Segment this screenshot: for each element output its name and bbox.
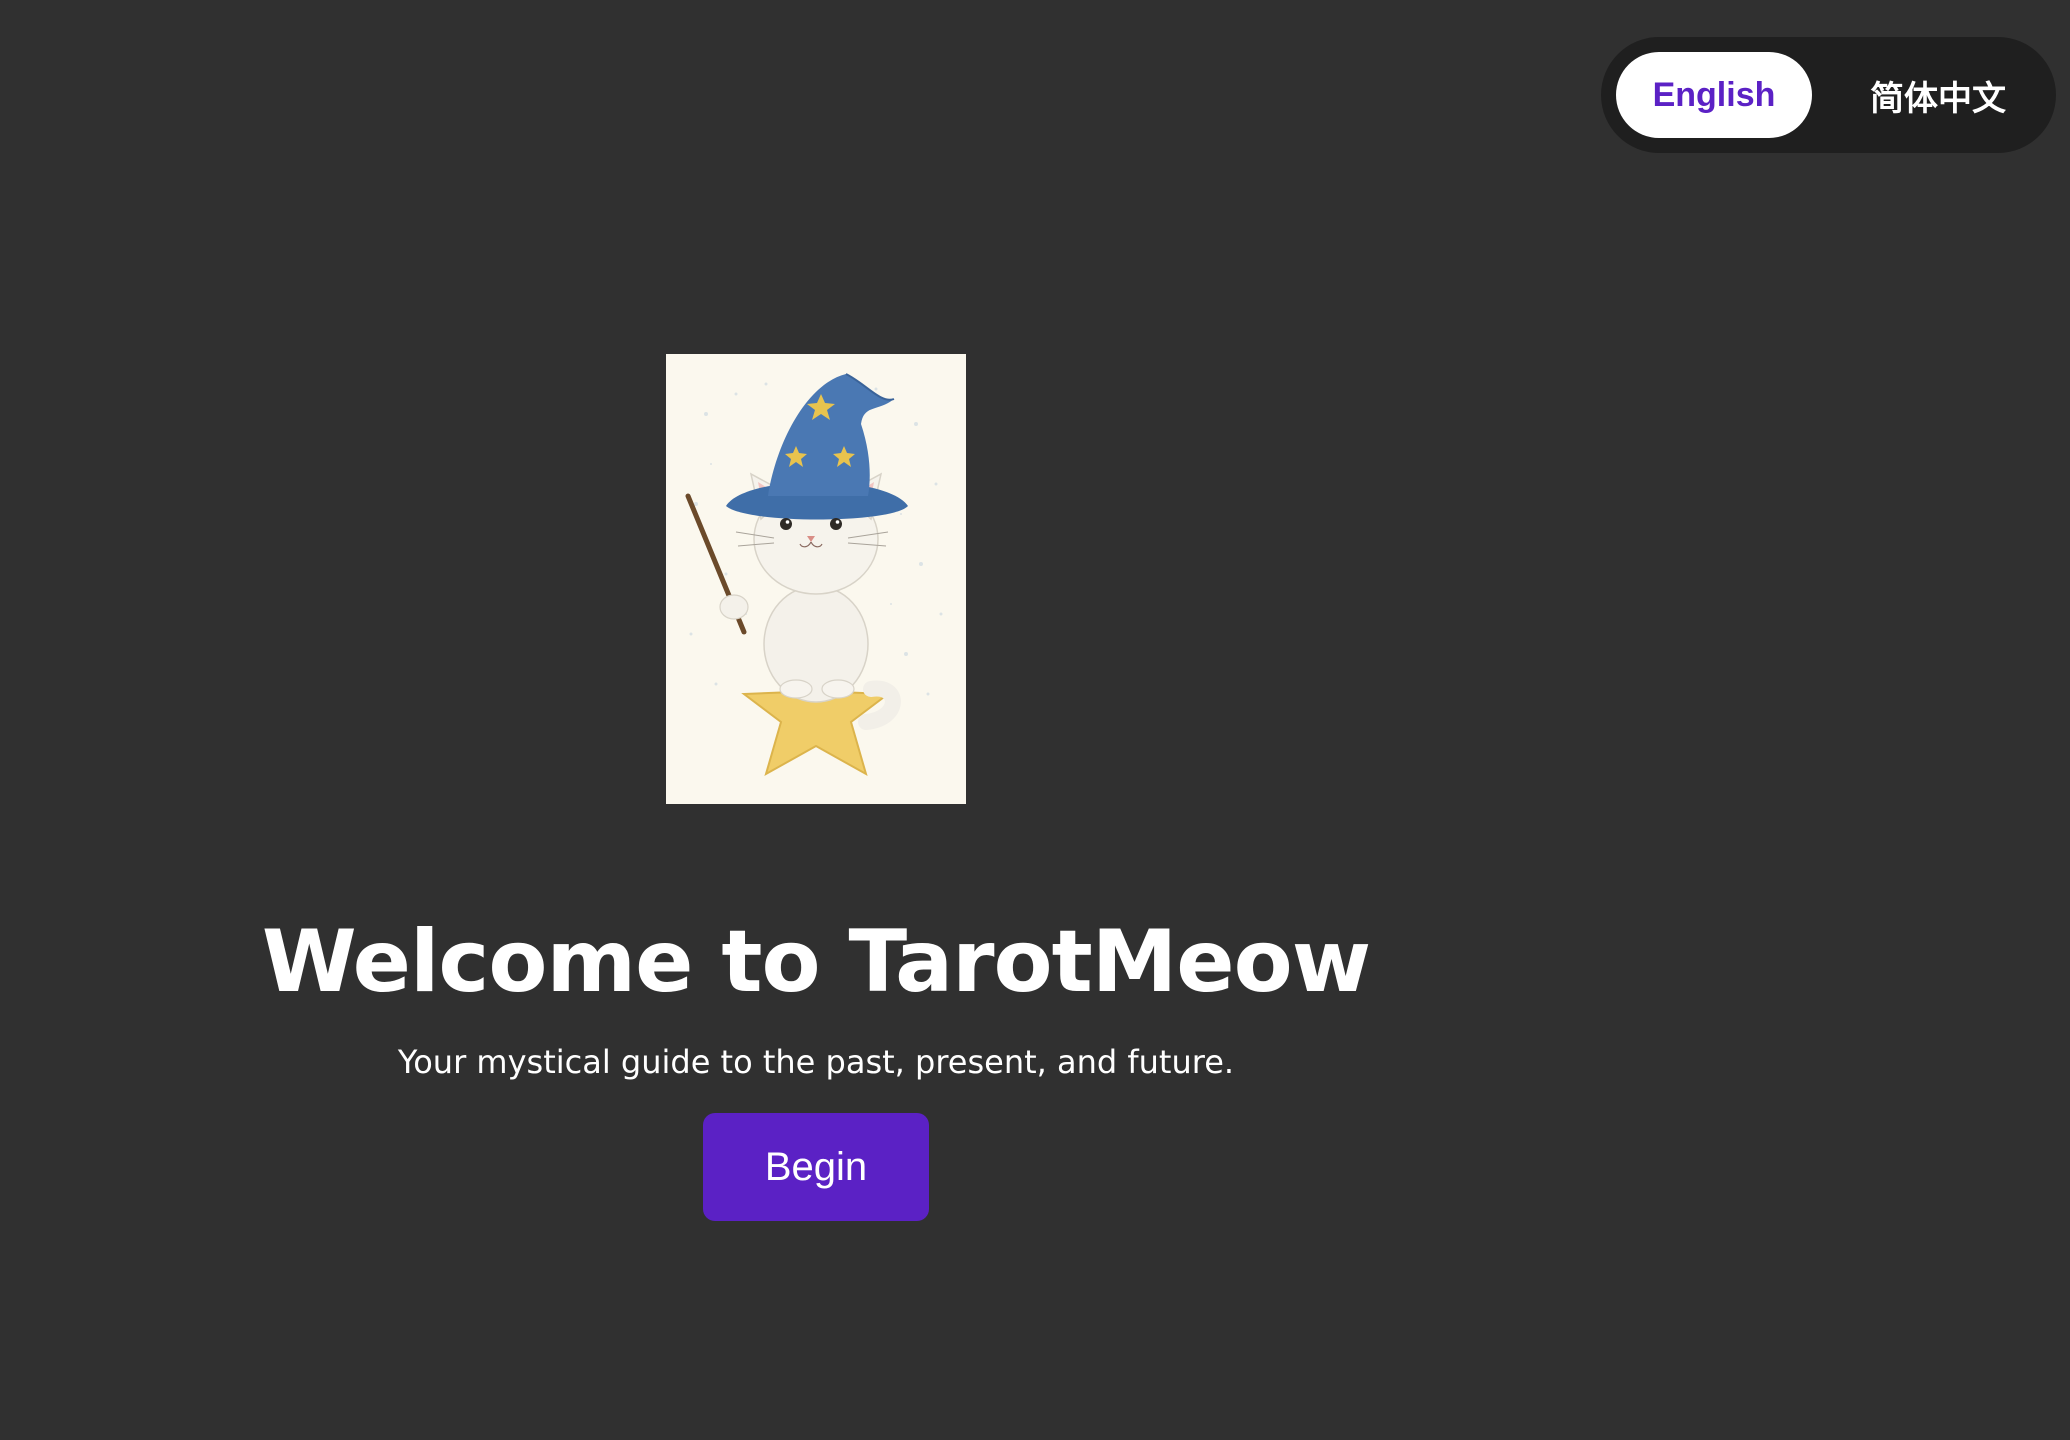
page-subtitle: Your mystical guide to the past, present… <box>397 1043 1235 1081</box>
language-option-simplified-chinese[interactable]: 简体中文 <box>1838 52 2038 138</box>
begin-button[interactable]: Begin <box>703 1113 929 1221</box>
page-title: Welcome to TarotMeow <box>261 912 1371 1012</box>
language-switcher: English 简体中文 <box>1601 37 2056 153</box>
wizard-cat-illustration <box>666 354 966 804</box>
wizard-cat-card-image <box>666 354 966 804</box>
language-option-english[interactable]: English <box>1616 52 1812 138</box>
welcome-page: English 简体中文 Welcome to TarotMeow Your m… <box>0 0 2070 1440</box>
